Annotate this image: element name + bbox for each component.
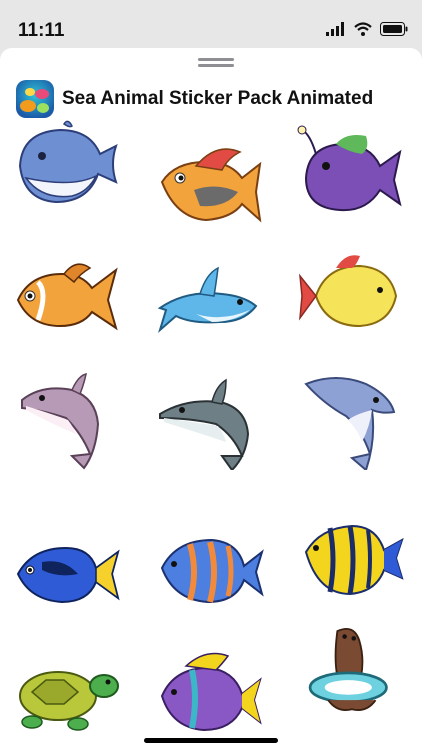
- battery-icon: [380, 22, 408, 36]
- pack-title: Sea Animal Sticker Pack Animated: [62, 88, 374, 109]
- home-indicator: [144, 738, 278, 743]
- pack-header: Sea Animal Sticker Pack Animated: [16, 80, 373, 118]
- cellular-signal-icon: [326, 22, 344, 36]
- striped-fish-sticker[interactable]: [156, 516, 266, 616]
- sticker-grid: [0, 118, 422, 738]
- status-time: 11:11: [18, 20, 65, 41]
- app-icon: [16, 80, 54, 118]
- orange-fish-sticker[interactable]: [156, 142, 266, 242]
- yellow-fish-sticker[interactable]: [296, 246, 406, 346]
- blue-dolphin-sticker[interactable]: [296, 370, 406, 470]
- pink-dolphin-sticker[interactable]: [12, 370, 122, 470]
- turtle-sticker[interactable]: [12, 642, 122, 742]
- blue-tang-sticker[interactable]: [12, 516, 122, 616]
- wifi-icon: [354, 22, 372, 36]
- anglerfish-sticker[interactable]: [296, 122, 406, 222]
- shark-sticker[interactable]: [156, 260, 266, 360]
- status-icons: [326, 22, 408, 36]
- whale-sticker[interactable]: [12, 118, 122, 218]
- sheet-grabber-icon[interactable]: [196, 56, 236, 70]
- angelfish-sticker[interactable]: [296, 514, 406, 614]
- sea-lion-sticker[interactable]: [296, 622, 406, 722]
- grey-dolphin-sticker[interactable]: [156, 370, 266, 470]
- purple-fish-sticker[interactable]: [156, 642, 266, 742]
- goldfish-sticker[interactable]: [12, 244, 122, 344]
